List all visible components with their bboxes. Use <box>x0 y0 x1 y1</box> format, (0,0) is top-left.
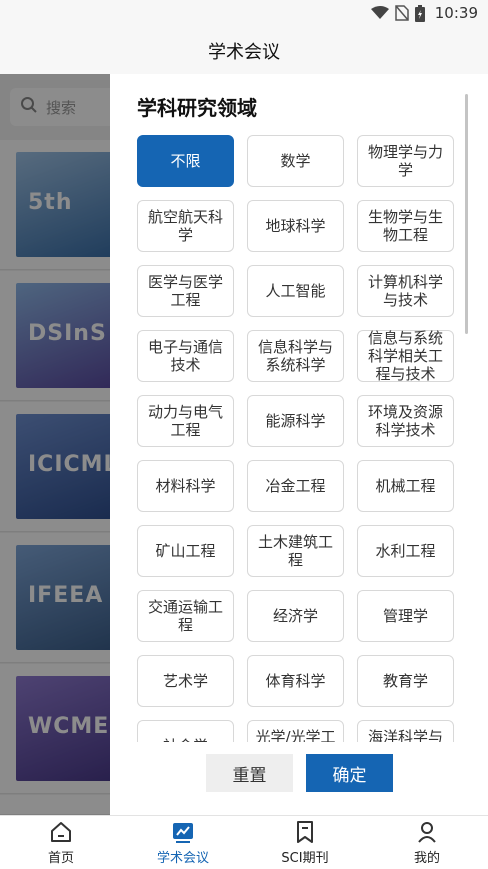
field-chip[interactable]: 信息与系统科学相关工程与技术 <box>357 329 454 383</box>
field-chip[interactable]: 能源科学 <box>247 395 344 447</box>
field-chip[interactable]: 冶金工程 <box>247 460 344 512</box>
field-chip[interactable]: 地球科学 <box>247 200 344 252</box>
field-chip[interactable]: 材料科学 <box>137 460 234 512</box>
field-chip[interactable]: 矿山工程 <box>137 525 234 577</box>
battery-icon <box>414 4 425 22</box>
no-sim-icon <box>395 5 409 21</box>
field-chip[interactable]: 航空航天科学 <box>137 200 234 252</box>
scrollbar[interactable] <box>465 94 468 334</box>
drawer-footer: 重置 确定 <box>110 743 488 815</box>
user-icon <box>415 820 439 844</box>
home-icon <box>49 820 73 844</box>
filter-drawer: 学科研究领域 不限 数学 物理学与力学航空航天科学 地球科学 生物学与生物工程医学与医学… <box>110 74 488 815</box>
page-title: 学术会议 <box>208 42 280 63</box>
field-chip[interactable]: 人工智能 <box>247 265 344 317</box>
field-chip[interactable]: 物理学与力学 <box>357 135 454 187</box>
nav-label: SCI期刊 <box>281 850 329 866</box>
nav-label: 我的 <box>413 850 440 866</box>
nav-item-conferences[interactable]: 学术会议 <box>122 816 244 869</box>
field-chip[interactable]: 机械工程 <box>357 460 454 512</box>
field-chip[interactable]: 交通运输工程 <box>137 590 234 642</box>
field-chip[interactable]: 环境及资源科学技术 <box>357 395 454 447</box>
reset-button[interactable]: 重置 <box>206 754 293 792</box>
field-chip[interactable]: 数学 <box>247 135 344 187</box>
status-time: 10:39 <box>434 4 478 22</box>
nav-label: 学术会议 <box>156 850 209 866</box>
field-chip[interactable]: 医学与医学工程 <box>137 265 234 317</box>
field-chip[interactable]: 艺术学 <box>137 655 234 707</box>
field-chip[interactable]: 信息科学与系统科学 <box>247 330 344 382</box>
status-icons: 10:39 <box>370 4 478 22</box>
drawer-title: 学科研究领域 <box>137 96 257 120</box>
bookmark-icon <box>293 820 317 844</box>
field-chip[interactable]: 社会学 <box>137 720 234 742</box>
field-chip[interactable]: 海洋科学与技术 <box>357 720 454 742</box>
field-chip[interactable]: 管理学 <box>357 590 454 642</box>
nav-item-home[interactable]: 首页 <box>0 816 122 869</box>
field-chip[interactable]: 光学/光学工程 <box>247 720 344 742</box>
title-bar: 学术会议 <box>0 28 488 74</box>
field-chip[interactable]: 生物学与生物工程 <box>357 200 454 252</box>
nav-item-sci-journals[interactable]: SCI期刊 <box>244 816 366 869</box>
field-chip[interactable]: 体育科学 <box>247 655 344 707</box>
nav-item-mine[interactable]: 我的 <box>366 816 488 869</box>
field-chip[interactable]: 电子与通信技术 <box>137 330 234 382</box>
field-grid-scroll[interactable]: 不限 数学 物理学与力学航空航天科学 地球科学 生物学与生物工程医学与医学工程 人工智能计… <box>110 132 488 742</box>
nav-label: 首页 <box>47 850 74 866</box>
status-bar: 10:39 <box>0 0 488 28</box>
confirm-button[interactable]: 确定 <box>306 754 393 792</box>
bottom-nav: 首页 学术会议 SCI期刊 我的 <box>0 815 488 869</box>
field-chip[interactable]: 不限 <box>137 135 234 187</box>
wifi-icon <box>370 6 389 20</box>
field-grid: 不限 数学 物理学与力学航空航天科学 地球科学 生物学与生物工程医学与医学工程 人工智能计… <box>137 135 457 742</box>
field-chip[interactable]: 动力与电气工程 <box>137 395 234 447</box>
field-chip[interactable]: 教育学 <box>357 655 454 707</box>
field-chip[interactable]: 计算机科学与技术 <box>357 265 454 317</box>
field-chip[interactable]: 土木建筑工程 <box>247 525 344 577</box>
conference-icon <box>171 820 195 844</box>
field-chip[interactable]: 经济学 <box>247 590 344 642</box>
field-chip[interactable]: 水利工程 <box>357 525 454 577</box>
